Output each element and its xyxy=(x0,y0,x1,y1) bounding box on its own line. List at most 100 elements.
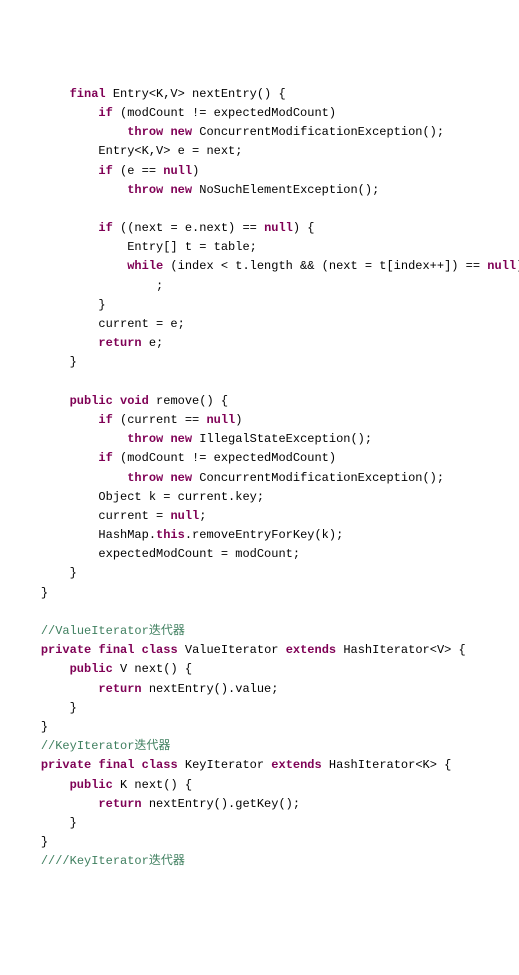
keyword: if xyxy=(98,413,112,427)
code-text xyxy=(134,758,141,772)
code-text: } xyxy=(41,720,48,734)
code-text: HashMap. xyxy=(98,528,156,542)
keyword: if xyxy=(98,106,112,120)
keyword: new xyxy=(170,432,192,446)
keyword: null xyxy=(170,509,199,523)
code-line: } xyxy=(12,353,507,372)
keyword: return xyxy=(98,336,141,350)
code-line: return nextEntry().value; xyxy=(12,680,507,699)
keyword: void xyxy=(120,394,149,408)
code-line: Object k = current.key; xyxy=(12,488,507,507)
keyword: throw xyxy=(127,183,163,197)
keyword: this xyxy=(156,528,185,542)
keyword: null xyxy=(264,221,293,235)
code-text: HashIterator<K> { xyxy=(322,758,452,772)
code-text: Entry<K,V> e = next; xyxy=(98,144,242,158)
code-line: if (current == null) xyxy=(12,411,507,430)
keyword: extends xyxy=(286,643,336,657)
code-line: throw new ConcurrentModificationExceptio… xyxy=(12,123,507,142)
code-text: IllegalStateException(); xyxy=(192,432,372,446)
comment: ////KeyIterator迭代器 xyxy=(41,854,185,868)
code-line: public void remove() { xyxy=(12,392,507,411)
keyword: throw xyxy=(127,471,163,485)
code-text: } xyxy=(98,298,105,312)
comment: //ValueIterator迭代器 xyxy=(41,624,185,638)
code-text xyxy=(91,758,98,772)
keyword: null xyxy=(206,413,235,427)
code-line: final Entry<K,V> nextEntry() { xyxy=(12,85,507,104)
keyword: new xyxy=(170,183,192,197)
code-line: ; xyxy=(12,277,507,296)
code-text: NoSuchElementException(); xyxy=(192,183,379,197)
code-text: ConcurrentModificationException(); xyxy=(192,471,444,485)
code-text: } xyxy=(70,701,77,715)
code-line: public V next() { xyxy=(12,660,507,679)
keyword: null xyxy=(487,259,516,273)
keyword: class xyxy=(142,643,178,657)
keyword: class xyxy=(142,758,178,772)
code-text: (e == xyxy=(113,164,163,178)
code-line: while (index < t.length && (next = t[ind… xyxy=(12,257,507,276)
code-line: private final class KeyIterator extends … xyxy=(12,756,507,775)
code-text: KeyIterator xyxy=(178,758,272,772)
keyword: null xyxy=(163,164,192,178)
code-line: } xyxy=(12,833,507,852)
code-text: (current == xyxy=(113,413,207,427)
code-text: ((next = e.next) == xyxy=(113,221,264,235)
code-line: } xyxy=(12,296,507,315)
keyword: final xyxy=(98,758,134,772)
code-line: return e; xyxy=(12,334,507,353)
code-text: e; xyxy=(142,336,164,350)
code-line: private final class ValueIterator extend… xyxy=(12,641,507,660)
code-line: } xyxy=(12,814,507,833)
keyword: return xyxy=(98,682,141,696)
code-text: } xyxy=(70,816,77,830)
code-block: final Entry<K,V> nextEntry() { if (modCo… xyxy=(12,85,507,872)
code-text: current = xyxy=(98,509,170,523)
code-text xyxy=(113,394,120,408)
code-line: //ValueIterator迭代器 xyxy=(12,622,507,641)
code-line: } xyxy=(12,718,507,737)
code-text: expectedModCount = modCount; xyxy=(98,547,300,561)
code-line: throw new IllegalStateException(); xyxy=(12,430,507,449)
code-text: remove() { xyxy=(149,394,228,408)
code-text: nextEntry().value; xyxy=(142,682,279,696)
keyword: if xyxy=(98,451,112,465)
keyword: private xyxy=(41,758,91,772)
code-text: ) xyxy=(192,164,199,178)
code-text: .removeEntryForKey(k); xyxy=(185,528,343,542)
code-text: ) { xyxy=(293,221,315,235)
code-text: HashIterator<V> { xyxy=(336,643,466,657)
code-line: current = null; xyxy=(12,507,507,526)
code-text: ; xyxy=(199,509,206,523)
keyword: throw xyxy=(127,432,163,446)
keyword: private xyxy=(41,643,91,657)
code-text: (index < t.length && (next = t[index++])… xyxy=(163,259,487,273)
code-line: HashMap.this.removeEntryForKey(k); xyxy=(12,526,507,545)
code-text: } xyxy=(70,355,77,369)
code-line: if (modCount != expectedModCount) xyxy=(12,449,507,468)
code-text: ConcurrentModificationException(); xyxy=(192,125,444,139)
code-text: ; xyxy=(156,279,163,293)
code-line xyxy=(12,373,507,392)
code-text: V next() { xyxy=(113,662,192,676)
code-text: Entry<K,V> nextEntry() { xyxy=(106,87,286,101)
code-text: ValueIterator xyxy=(178,643,286,657)
code-line: expectedModCount = modCount; xyxy=(12,545,507,564)
keyword: public xyxy=(70,394,113,408)
code-line: ////KeyIterator迭代器 xyxy=(12,852,507,871)
code-text: } xyxy=(70,566,77,580)
code-line: } xyxy=(12,584,507,603)
keyword: public xyxy=(70,662,113,676)
code-text: } xyxy=(41,586,48,600)
code-line: return nextEntry().getKey(); xyxy=(12,795,507,814)
code-line: Entry[] t = table; xyxy=(12,238,507,257)
keyword: while xyxy=(127,259,163,273)
code-line: } xyxy=(12,564,507,583)
code-line: public K next() { xyxy=(12,776,507,795)
keyword: if xyxy=(98,164,112,178)
code-line xyxy=(12,603,507,622)
keyword: if xyxy=(98,221,112,235)
code-line: Entry<K,V> e = next; xyxy=(12,142,507,161)
code-line: if ((next = e.next) == null) { xyxy=(12,219,507,238)
